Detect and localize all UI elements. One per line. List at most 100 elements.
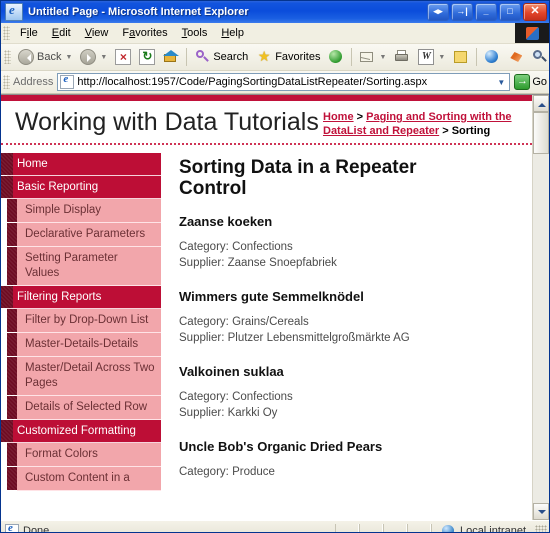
- status-cell-3: [382, 523, 407, 532]
- menu-view[interactable]: View: [78, 25, 116, 41]
- status-cell-1: [334, 523, 359, 532]
- title-bar: Untitled Page - Microsoft Internet Explo…: [1, 1, 549, 23]
- sidebar-item-master-details-details[interactable]: Master-Details-Details: [7, 333, 161, 358]
- sidebar-item-filtering-reports[interactable]: Filtering Reports: [1, 286, 161, 310]
- sidebar-item-setting-parameter-values[interactable]: Setting Parameter Values: [7, 247, 161, 286]
- menu-help[interactable]: Help: [214, 25, 251, 41]
- forward-arrow-icon: [80, 49, 97, 65]
- status-cell-2: [358, 523, 383, 532]
- window-title: Untitled Page - Microsoft Internet Explo…: [28, 6, 249, 18]
- favorites-button-label: Favorites: [275, 51, 321, 63]
- menu-grip-handle[interactable]: [3, 26, 10, 40]
- product-name: Uncle Bob's Organic Dried Pears: [179, 439, 383, 454]
- supplier-label: Supplier:: [179, 332, 228, 345]
- sidebar-item-master-detail-across-two-pages[interactable]: Master/Detail Across Two Pages: [7, 357, 161, 397]
- sidebar-item-declarative-parameters[interactable]: Declarative Parameters: [7, 223, 161, 248]
- breadcrumb-separator-2: >: [439, 124, 452, 137]
- product-name: Wimmers gute Semmelknödel: [179, 289, 364, 305]
- address-bar: Address http://localhost:1957/Code/Pagin…: [1, 71, 549, 94]
- refresh-button[interactable]: [135, 47, 159, 67]
- category-label: Category:: [179, 315, 233, 328]
- word-chevron-down-icon[interactable]: ▼: [438, 54, 445, 61]
- menu-edit[interactable]: Edit: [45, 25, 78, 41]
- notes-button[interactable]: [449, 47, 473, 67]
- menu-bar: File Edit View Favorites Tools Help: [1, 23, 549, 44]
- breadcrumb-link-home[interactable]: Home: [323, 111, 354, 123]
- minimize-button[interactable]: _: [475, 3, 497, 21]
- toolbar-separator-1: [186, 48, 188, 66]
- stop-button[interactable]: [111, 47, 135, 67]
- research-button[interactable]: [528, 47, 549, 67]
- category-value: Confections: [232, 390, 293, 403]
- sidebar-item-home[interactable]: Home: [1, 152, 161, 176]
- resize-grip[interactable]: [535, 525, 547, 532]
- menu-tools[interactable]: Tools: [175, 25, 215, 41]
- internet-explorer-icon: [5, 2, 23, 21]
- scrollbar-thumb[interactable]: [533, 112, 549, 154]
- scroll-down-arrow-icon[interactable]: [533, 503, 549, 520]
- media-button[interactable]: [324, 47, 348, 67]
- media-icon: [328, 49, 344, 65]
- page-body: Home Basic Reporting Simple Display Decl…: [1, 145, 532, 508]
- menu-favorites[interactable]: Favorites: [115, 25, 174, 41]
- sidebar-item-simple-display[interactable]: Simple Display: [7, 199, 161, 224]
- address-chevron-down-icon[interactable]: ▼: [493, 74, 509, 90]
- go-button[interactable]: Go: [514, 74, 547, 90]
- content-heading: Sorting Data in a Repeater Control: [179, 156, 417, 200]
- main-content: Sorting Data in a Repeater Control Zaans…: [161, 145, 532, 508]
- menu-help-post: elp: [229, 27, 244, 39]
- restore-group-button[interactable]: ◂▸: [427, 3, 449, 21]
- maximize-button[interactable]: □: [499, 3, 521, 21]
- forward-chevron-down-icon[interactable]: ▼: [100, 54, 107, 61]
- close-label: ✕: [530, 5, 540, 17]
- address-grip-handle[interactable]: [3, 75, 10, 89]
- scrollbar-track[interactable]: [533, 112, 549, 503]
- close-button[interactable]: ✕: [523, 3, 547, 21]
- product-details: Category: Produce: [179, 464, 518, 481]
- menu-file[interactable]: File: [13, 25, 45, 41]
- address-input[interactable]: http://localhost:1957/Code/PagingSorting…: [57, 73, 511, 91]
- product-details: Category: Confections Supplier: Zaanse S…: [179, 239, 518, 272]
- category-value: Confections: [232, 240, 293, 253]
- forward-button[interactable]: ▼: [76, 47, 111, 67]
- sidebar-item-details-of-selected-row[interactable]: Details of Selected Row: [7, 396, 161, 421]
- scroll-up-arrow-icon[interactable]: [533, 95, 549, 112]
- split-window-button[interactable]: →|: [451, 3, 473, 21]
- mail-button[interactable]: ▼: [355, 47, 390, 67]
- sidebar-item-basic-reporting[interactable]: Basic Reporting: [1, 175, 161, 200]
- home-button[interactable]: [159, 47, 183, 67]
- security-zone[interactable]: Local intranet: [430, 523, 532, 533]
- menu-edit-post: dit: [59, 27, 71, 39]
- navigation-toolbar: Back ▼ ▼ Search Favorites: [1, 44, 549, 71]
- sidebar-item-custom-content[interactable]: Custom Content in a: [7, 467, 161, 492]
- mail-chevron-down-icon[interactable]: ▼: [379, 54, 386, 61]
- sidebar-item-filter-by-drop-down-list[interactable]: Filter by Drop-Down List: [7, 309, 161, 334]
- star-icon: [256, 49, 272, 65]
- breadcrumb: Home > Paging and Sorting with the DataL…: [323, 107, 518, 139]
- edit-word-button[interactable]: ▼: [414, 47, 449, 67]
- sidebar-navigation: Home Basic Reporting Simple Display Decl…: [1, 145, 161, 492]
- back-button[interactable]: Back ▼: [14, 47, 76, 67]
- sidebar-item-customized-formatting[interactable]: Customized Formatting: [1, 420, 161, 444]
- search-button-label: Search: [213, 51, 249, 63]
- status-page-icon: [5, 522, 19, 532]
- back-chevron-down-icon[interactable]: ▼: [65, 54, 72, 61]
- product-item: Valkoinen suklaa Category: Confections S…: [179, 364, 518, 422]
- page-icon: [60, 73, 75, 89]
- vertical-scrollbar[interactable]: [532, 95, 549, 520]
- favorites-button[interactable]: Favorites: [252, 47, 324, 67]
- messenger-button[interactable]: [504, 47, 528, 67]
- back-arrow-icon: [18, 49, 34, 65]
- toolbar-grip-handle[interactable]: [4, 50, 11, 64]
- page-header: Working with Data Tutorials Home > Pagin…: [1, 101, 532, 145]
- search-button[interactable]: Search: [190, 47, 252, 67]
- web-page: Working with Data Tutorials Home > Pagin…: [1, 95, 532, 520]
- discuss-button[interactable]: [480, 47, 504, 67]
- menu-view-post: iew: [91, 27, 109, 39]
- sidebar-item-format-colors[interactable]: Format Colors: [7, 443, 161, 468]
- status-bar: Done Local intranet: [1, 520, 549, 533]
- security-zone-label: Local intranet: [459, 525, 526, 533]
- category-value: Grains/Cereals: [232, 315, 309, 328]
- menu-view-accel: V: [84, 27, 92, 39]
- print-button[interactable]: [390, 47, 414, 67]
